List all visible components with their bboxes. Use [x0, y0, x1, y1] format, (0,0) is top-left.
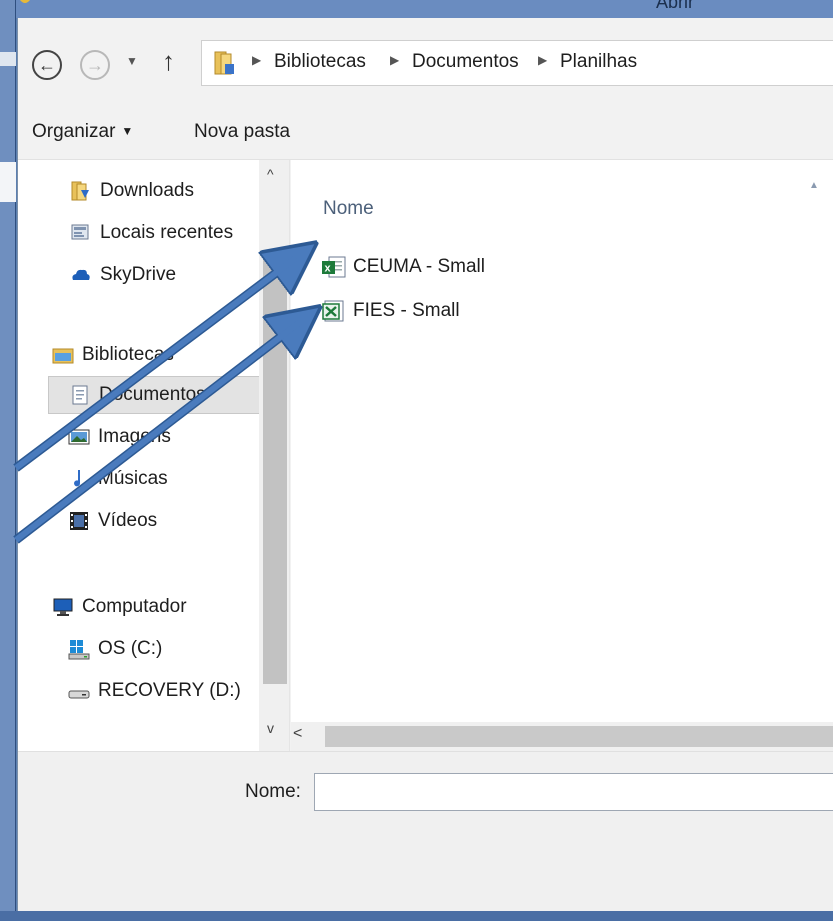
- new-folder-button[interactable]: Nova pasta: [194, 121, 290, 143]
- column-header-name[interactable]: Nome: [323, 198, 374, 220]
- sidebar-item-videos[interactable]: Vídeos: [68, 502, 157, 540]
- shield-icon: [20, 0, 30, 3]
- file-name: FIES - Small: [353, 300, 460, 321]
- sidebar-item-documents[interactable]: Documentos: [48, 376, 260, 414]
- documents-icon: [72, 385, 88, 405]
- dialog-footer: Nome:: [18, 751, 833, 911]
- chevron-down-icon[interactable]: v: [267, 720, 274, 736]
- arrow-left-icon: ←: [38, 54, 56, 75]
- skydrive-cloud-icon: [72, 269, 90, 280]
- folder-icon: [214, 51, 234, 75]
- address-bar[interactable]: ▶ Bibliotecas ▶ Documentos ▶ Planilhas: [201, 40, 833, 86]
- organize-label: Organizar: [32, 121, 116, 142]
- window-frame-bottom: [0, 911, 833, 921]
- file-list: Nome ▲ x CEUMA - Small FIES - Small: [291, 160, 833, 722]
- sidebar-item-label: Locais recentes: [100, 222, 234, 243]
- sidebar-item-os-c[interactable]: OS (C:): [68, 630, 162, 668]
- nav-pane-scroll-thumb[interactable]: [263, 258, 287, 684]
- navigation-row: ← → ▼ ↑ ▶ Bibliotecas ▶ Documentos ▶ Pla…: [18, 18, 833, 104]
- sidebar-item-computer[interactable]: Computador: [52, 588, 187, 626]
- file-item-ceuma[interactable]: x CEUMA - Small: [321, 252, 485, 282]
- file-list-horizontal-scrollbar[interactable]: <: [291, 722, 833, 751]
- up-button[interactable]: ↑: [162, 46, 175, 77]
- breadcrumb-separator-icon: ▶: [252, 53, 262, 67]
- sidebar-item-label: Downloads: [100, 180, 194, 201]
- windows-drive-icon: [68, 640, 90, 660]
- sidebar-item-label: Imagens: [98, 426, 171, 447]
- svg-text:x: x: [325, 263, 332, 275]
- sidebar-item-recent-places[interactable]: Locais recentes: [70, 214, 233, 252]
- music-note-icon: [74, 470, 81, 487]
- breadcrumb-documentos[interactable]: Documentos: [412, 51, 519, 73]
- sidebar-item-label: Músicas: [98, 468, 168, 489]
- excel-file-icon: x: [322, 256, 346, 278]
- sidebar-item-downloads[interactable]: Downloads: [70, 172, 194, 210]
- filename-input[interactable]: [314, 773, 833, 811]
- breadcrumb-planilhas[interactable]: Planilhas: [560, 51, 637, 73]
- sidebar-item-label: OS (C:): [98, 638, 163, 659]
- arrow-up-icon: ↑: [162, 46, 175, 76]
- downloads-folder-icon: [71, 181, 89, 201]
- forward-button[interactable]: →: [80, 50, 110, 80]
- sidebar-item-pictures[interactable]: Imagens: [68, 418, 171, 456]
- filename-label: Nome:: [245, 781, 301, 802]
- chevron-up-icon[interactable]: ^: [267, 166, 274, 182]
- chevron-down-icon: ▼: [126, 54, 138, 68]
- pictures-icon: [68, 429, 90, 445]
- nav-pane-scrollbar[interactable]: ^ v: [259, 160, 289, 751]
- sidebar-item-recovery-d[interactable]: RECOVERY (D:): [68, 672, 241, 710]
- sidebar-item-label: Computador: [82, 596, 187, 617]
- file-list-scroll-thumb[interactable]: [325, 726, 833, 747]
- command-toolbar: Organizar ▼ Nova pasta: [18, 104, 833, 160]
- desktop-edge: [0, 0, 16, 921]
- libraries-icon: [52, 348, 74, 364]
- sidebar-item-music[interactable]: Músicas: [68, 460, 168, 498]
- sidebar-item-label: Vídeos: [98, 510, 158, 531]
- sidebar-item-label: RECOVERY (D:): [98, 680, 241, 701]
- sidebar-item-skydrive[interactable]: SkyDrive: [70, 256, 176, 294]
- breadcrumb-separator-icon: ▶: [538, 53, 548, 67]
- excel-file-icon: [322, 300, 344, 322]
- window-title: Abrir: [656, 0, 695, 12]
- computer-monitor-icon: [53, 598, 73, 616]
- arrow-right-icon: →: [86, 54, 104, 75]
- desktop-edge-stripe: [0, 52, 16, 66]
- breadcrumb-bibliotecas[interactable]: Bibliotecas: [274, 51, 366, 73]
- recent-locations-dropdown[interactable]: ▼: [126, 54, 138, 68]
- sort-up-icon: ▲: [809, 180, 819, 191]
- file-item-fies[interactable]: FIES - Small: [321, 296, 460, 326]
- sidebar-item-label: Bibliotecas: [82, 344, 174, 365]
- organize-button[interactable]: Organizar ▼: [32, 121, 133, 143]
- navigation-pane: Downloads Locais recentes SkyDrive Bibli…: [18, 160, 290, 751]
- film-icon: [70, 512, 88, 530]
- chevron-left-icon[interactable]: <: [293, 725, 302, 743]
- title-bar[interactable]: Abrir: [16, 0, 833, 18]
- open-file-dialog: ← → ▼ ↑ ▶ Bibliotecas ▶ Documentos ▶ Pla…: [17, 18, 833, 911]
- back-button[interactable]: ←: [32, 50, 62, 80]
- desktop-edge-stripe: [0, 162, 16, 202]
- sidebar-item-label: SkyDrive: [100, 264, 177, 285]
- recent-places-icon: [71, 224, 89, 240]
- breadcrumb-separator-icon: ▶: [390, 53, 400, 67]
- hard-drive-icon: [68, 690, 90, 699]
- chevron-down-icon: ▼: [121, 124, 134, 138]
- sidebar-item-libraries[interactable]: Bibliotecas: [52, 336, 174, 374]
- file-name: CEUMA - Small: [353, 256, 485, 277]
- sidebar-item-label: Documentos: [99, 384, 206, 405]
